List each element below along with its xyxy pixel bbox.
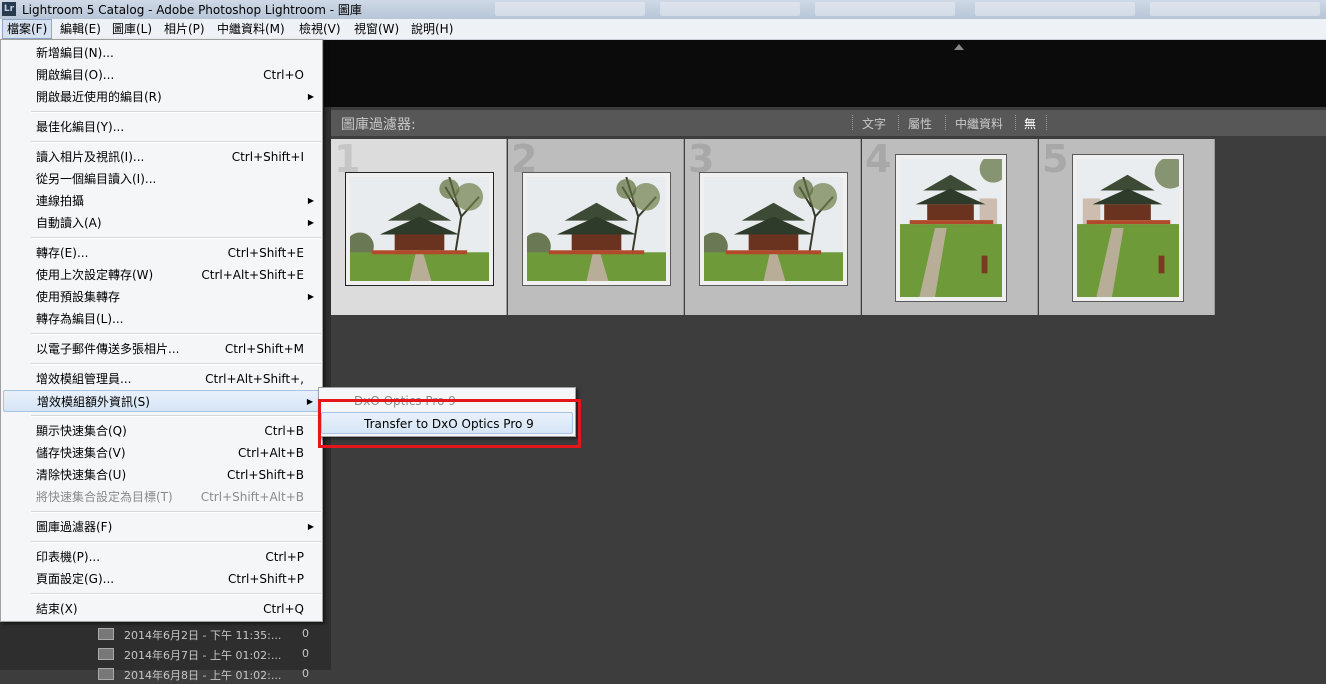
menu-metadata[interactable]: 中繼資料(M) [213,19,289,39]
grid-cell[interactable]: 1 [331,137,507,315]
filter-text[interactable]: 文字 [862,115,886,132]
menu-view[interactable]: 檢視(V) [295,19,345,39]
folder-icon [98,648,114,660]
photo-thumbnail[interactable] [699,172,848,286]
pavilion-photo-icon [900,159,1002,297]
collapse-triangle-icon[interactable] [954,44,964,50]
menu-item-page-setup[interactable]: 頁面設定(G)... Ctrl+Shift+P [3,568,320,590]
library-filter-bar: 圖庫過濾器: 文字 屬性 中繼資料 無 [331,110,1326,136]
list-item[interactable]: 2014年6月2日 - 下午 11:35:... 0 [80,624,325,644]
menu-item-export-preset[interactable]: 使用預設集轉存 ▶ [3,286,320,308]
menu-item-open-recent[interactable]: 開啟最近使用的編目(R) ▶ [3,86,320,108]
blurred-tab-icon [815,2,955,16]
blurred-tab-icon [660,2,800,16]
menu-item-plugin-manager[interactable]: 增效模組管理員... Ctrl+Alt+Shift+, [3,368,320,390]
grid-cell[interactable]: 3 [685,137,861,315]
library-filter-label: 圖庫過濾器: [341,117,416,133]
submenu-arrow-icon: ▶ [307,292,314,301]
filter-none[interactable]: 無 [1024,115,1036,132]
menu-item-save-quick-collection[interactable]: 儲存快速集合(V) Ctrl+Alt+B [3,442,320,464]
menu-item-auto-import[interactable]: 自動讀入(A) ▶ [3,212,320,234]
menu-item-import-photos[interactable]: 讀入相片及視訊(I)... Ctrl+Shift+I [3,146,320,168]
menu-item-library-filters[interactable]: 圖庫過濾器(F) ▶ [3,516,320,538]
filter-attribute[interactable]: 屬性 [908,115,932,132]
photo-thumbnail[interactable] [895,154,1007,302]
grid-cell[interactable]: 5 [1039,137,1215,315]
submenu-arrow-icon: ▶ [307,522,314,531]
menu-item-import-from-catalog[interactable]: 從另一個編目讀入(I)... [3,168,320,190]
menu-item-exit[interactable]: 結束(X) Ctrl+Q [3,598,320,620]
menu-item-clear-quick-collection[interactable]: 清除快速集合(U) Ctrl+Shift+B [3,464,320,486]
window-title: Lightroom 5 Catalog - Adobe Photoshop Li… [22,3,362,17]
list-item[interactable]: 2014年6月7日 - 上午 01:02:... 0 [80,644,325,664]
annotation-highlight-box [318,399,581,448]
menu-window[interactable]: 視窗(W) [350,19,403,39]
photo-thumbnail[interactable] [1072,154,1184,302]
menu-library[interactable]: 圖庫(L) [108,19,156,39]
menu-item-tethered-capture[interactable]: 連線拍攝 ▶ [3,190,320,212]
photo-thumbnail[interactable] [522,172,671,286]
photo-thumbnail[interactable] [345,172,494,286]
submenu-arrow-icon: ▶ [307,218,314,227]
menu-edit[interactable]: 編輯(E) [56,19,105,39]
title-bar: Lr Lightroom 5 Catalog - Adobe Photoshop… [0,0,1326,19]
menu-help[interactable]: 說明(H) [407,19,457,39]
menu-item-open-catalog[interactable]: 開啟編目(O)... Ctrl+O [3,64,320,86]
menu-bar: 檔案(F) 編輯(E) 圖庫(L) 相片(P) 中繼資料(M) 檢視(V) 視窗… [0,19,1326,40]
grid-cell[interactable]: 4 [862,137,1038,315]
pavilion-photo-icon [704,177,843,281]
pavilion-photo-icon [1077,159,1179,297]
grid-cell[interactable]: 2 [508,137,684,315]
menu-item-show-quick-collection[interactable]: 顯示快速集合(Q) Ctrl+B [3,420,320,442]
menu-item-export[interactable]: 轉存(E)... Ctrl+Shift+E [3,242,320,264]
blurred-tab-icon [1150,2,1320,16]
blurred-tab-icon [975,2,1135,16]
menu-item-new-catalog[interactable]: 新增編目(N)... [3,42,320,64]
menu-photo[interactable]: 相片(P) [160,19,209,39]
menu-item-export-previous[interactable]: 使用上次設定轉存(W) Ctrl+Alt+Shift+E [3,264,320,286]
list-item[interactable]: 2014年6月8日 - 上午 01:02:... 0 [80,664,325,684]
blurred-tab-icon [495,2,645,16]
menu-item-email-photos[interactable]: 以電子郵件傳送多張相片... Ctrl+Shift+M [3,338,320,360]
submenu-arrow-icon: ▶ [307,92,314,101]
lightroom-app-icon: Lr [2,2,16,16]
menu-item-set-quick-collection-target: 將快速集合設定為目標(T) Ctrl+Shift+Alt+B [36,490,304,504]
folder-icon [98,628,114,640]
pavilion-photo-icon [527,177,666,281]
filter-metadata[interactable]: 中繼資料 [955,115,1003,132]
menu-item-optimize-catalog[interactable]: 最佳化編目(Y)... [3,116,320,138]
submenu-arrow-icon: ▶ [307,196,314,205]
top-panel [324,40,1326,107]
pavilion-photo-icon [350,177,489,281]
submenu-arrow-icon: ▶ [306,397,313,406]
menu-item-print[interactable]: 印表機(P)... Ctrl+P [3,546,320,568]
menu-item-export-as-catalog[interactable]: 轉存為編目(L)... [3,308,320,330]
menu-item-plugin-extras[interactable]: 增效模組額外資訊(S) ▶ [3,390,320,412]
menu-file[interactable]: 檔案(F) [2,19,53,39]
file-menu-dropdown: 新增編目(N)... 開啟編目(O)... Ctrl+O 開啟最近使用的編目(R)… [0,39,323,622]
